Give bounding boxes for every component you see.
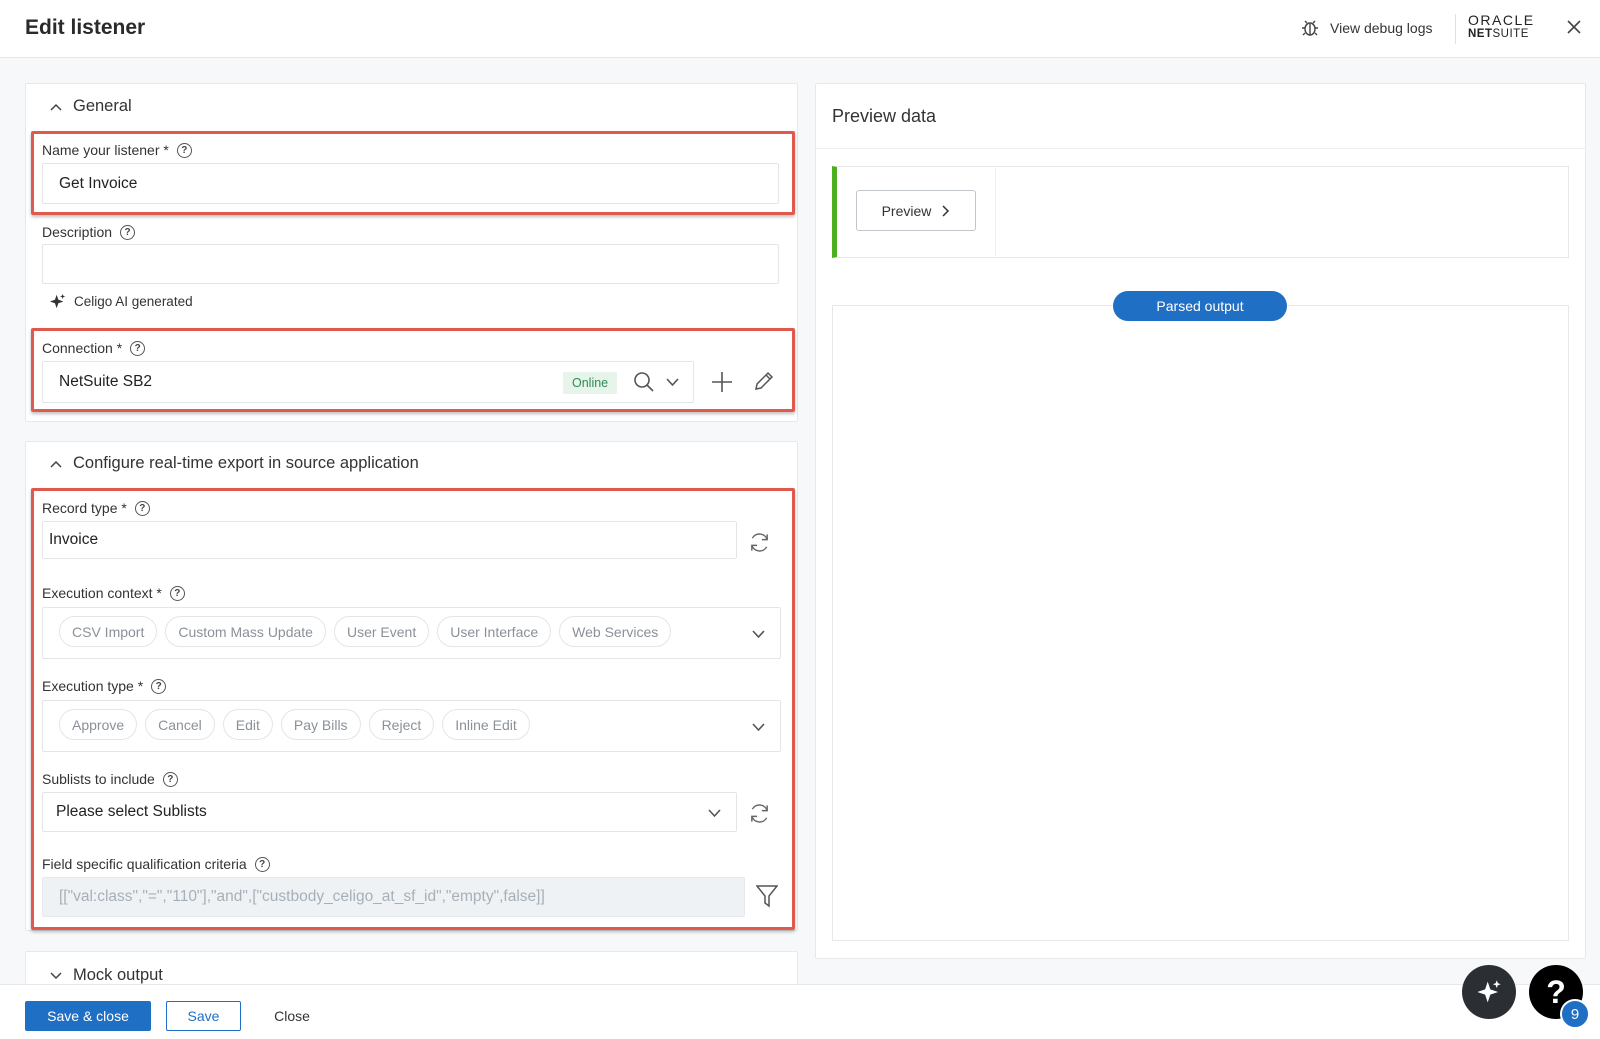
celigo-ai-generated-label: Celigo AI generated — [49, 293, 193, 310]
chip[interactable]: Pay Bills — [280, 709, 361, 740]
view-debug-logs-button[interactable]: View debug logs — [1300, 18, 1432, 38]
help-icon[interactable]: ? — [162, 771, 178, 787]
preview-button-label: Preview — [881, 202, 932, 219]
chip[interactable]: Approve — [59, 709, 138, 740]
sublists-select[interactable]: Please select Sublists — [42, 792, 737, 832]
chip[interactable]: Edit — [222, 709, 273, 740]
search-icon[interactable] — [633, 371, 655, 398]
sublists-label: Sublists to include ? — [42, 771, 178, 787]
configure-section-title: Configure real-time export in source app… — [73, 454, 419, 472]
sparkle-icon — [49, 293, 66, 309]
save-and-close-button[interactable]: Save & close — [25, 1001, 151, 1031]
page-title: Edit listener — [25, 16, 146, 39]
chip[interactable]: Cancel — [145, 709, 215, 740]
description-input[interactable] — [42, 244, 779, 284]
help-icon[interactable]: ? — [120, 224, 136, 240]
mock-output-section-title: Mock output — [73, 966, 163, 984]
chevron-down-icon[interactable] — [751, 720, 766, 738]
connection-field-label: Connection * ? — [42, 340, 146, 356]
chip[interactable]: Web Services — [559, 616, 672, 647]
execution-context-chips: CSV Import Custom Mass Update User Event… — [59, 616, 679, 647]
close-button[interactable]: Close — [262, 1001, 322, 1031]
help-icon[interactable]: ? — [254, 856, 270, 872]
execution-type-label: Execution type * ? — [42, 678, 167, 694]
header-divider — [1455, 14, 1456, 44]
parsed-output-tab[interactable]: Parsed output — [1113, 291, 1287, 321]
criteria-label: Field specific qualification criteria ? — [42, 856, 270, 872]
help-icon[interactable]: ? — [134, 500, 150, 516]
refresh-icon[interactable] — [748, 802, 771, 830]
help-icon[interactable]: ? — [176, 142, 192, 158]
sparkle-icon — [1477, 980, 1501, 1003]
criteria-input[interactable]: [["val:class","=","110"],"and",["custbod… — [42, 877, 745, 917]
chip[interactable]: User Event — [333, 616, 430, 647]
preview-button[interactable]: Preview — [856, 190, 976, 231]
chevron-up-icon — [50, 460, 62, 468]
record-type-label: Record type * ? — [42, 500, 150, 516]
refresh-icon[interactable] — [748, 531, 771, 559]
chip[interactable]: Reject — [368, 709, 435, 740]
chevron-down-icon[interactable] — [707, 806, 722, 824]
chip[interactable]: Custom Mass Update — [165, 616, 326, 647]
oracle-netsuite-logo: ORACLE NETSUITE — [1468, 12, 1535, 40]
chip[interactable]: Inline Edit — [442, 709, 530, 740]
ai-assistant-button[interactable] — [1462, 965, 1516, 1019]
mock-output-section-toggle[interactable]: Mock output — [49, 966, 163, 985]
listener-name-input[interactable]: Get Invoice — [42, 163, 779, 204]
chevron-down-icon — [50, 971, 62, 979]
chip[interactable]: CSV Import — [59, 616, 158, 647]
preview-title: Preview data — [832, 106, 937, 126]
description-field-label: Description ? — [42, 224, 136, 240]
help-icon[interactable]: ? — [169, 585, 185, 601]
general-section-title: General — [73, 97, 132, 115]
filter-icon[interactable] — [755, 884, 779, 913]
chip[interactable]: User Interface — [437, 616, 552, 647]
help-icon[interactable]: ? — [130, 340, 146, 356]
execution-type-chips: Approve Cancel Edit Pay Bills Reject Inl… — [59, 709, 538, 740]
help-notification-badge: 9 — [1560, 999, 1590, 1029]
execution-context-label: Execution context * ? — [42, 585, 185, 601]
chevron-up-icon — [50, 103, 62, 111]
chevron-down-icon[interactable] — [751, 627, 766, 645]
save-button[interactable]: Save — [166, 1001, 241, 1031]
parsed-output-area — [832, 305, 1569, 941]
configure-section-toggle[interactable]: Configure real-time export in source app… — [49, 454, 419, 473]
page-header: Edit listener View debug logs ORACLE NET… — [0, 0, 1600, 58]
chevron-down-icon[interactable] — [665, 375, 680, 393]
bug-icon — [1302, 20, 1318, 36]
record-type-input[interactable]: Invoice — [42, 521, 737, 559]
close-icon[interactable] — [1565, 18, 1583, 41]
general-section-toggle[interactable]: General — [49, 97, 132, 116]
connection-status-badge: Online — [563, 372, 618, 394]
preview-header-divider — [816, 148, 1585, 149]
preview-card-divider — [995, 166, 996, 258]
chevron-right-icon — [942, 204, 950, 217]
edit-connection-icon[interactable] — [752, 369, 776, 398]
debug-logs-label: View debug logs — [1330, 20, 1433, 36]
help-icon[interactable]: ? — [151, 678, 167, 694]
name-field-label: Name your listener * ? — [42, 142, 192, 158]
add-connection-icon[interactable] — [710, 370, 734, 399]
